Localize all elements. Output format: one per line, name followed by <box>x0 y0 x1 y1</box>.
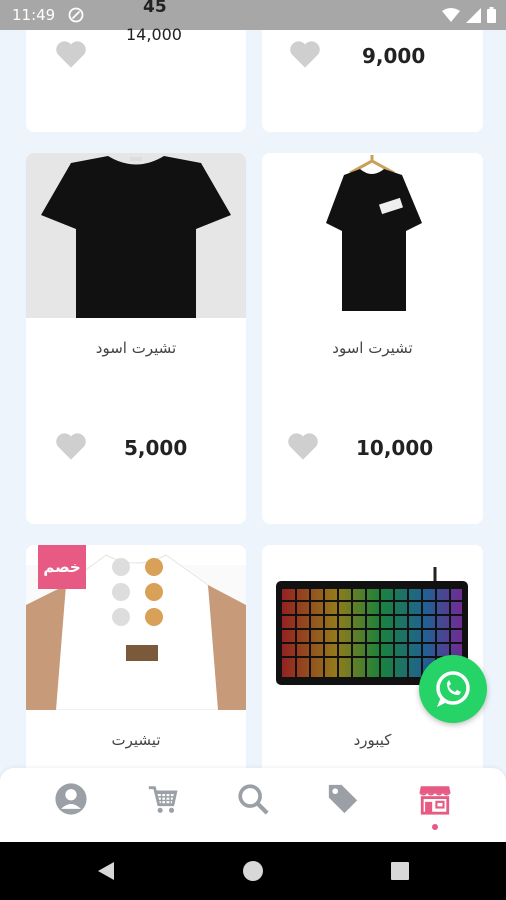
whatsapp-icon <box>436 671 470 707</box>
battery-icon <box>487 7 496 23</box>
store-icon[interactable] <box>418 782 452 816</box>
product-price: 9,000 <box>362 44 426 68</box>
whatsapp-button[interactable] <box>419 655 487 723</box>
recents-icon[interactable] <box>390 861 410 881</box>
discount-badge: خصم <box>38 545 86 589</box>
product-title: تشيرت اسود <box>95 339 177 357</box>
active-indicator-dot <box>432 824 438 830</box>
heart-icon[interactable] <box>286 431 320 461</box>
product-price: 5,000 <box>124 436 188 460</box>
bottom-navigation <box>0 768 506 842</box>
tag-icon[interactable] <box>326 782 360 816</box>
heart-icon[interactable] <box>288 39 322 69</box>
back-icon[interactable] <box>96 860 116 882</box>
system-navigation-bar <box>0 842 506 900</box>
product-title: تشيرت اسود <box>332 339 413 357</box>
black-tshirt-image <box>41 156 231 318</box>
product-image <box>262 153 483 318</box>
top-count: 45 <box>143 0 167 17</box>
product-card[interactable]: تشيرت اسود 5,000 <box>26 153 246 524</box>
product-price: 10,000 <box>356 436 434 460</box>
status-bar: 11:49 <box>0 0 506 30</box>
heart-icon[interactable] <box>54 39 88 69</box>
cart-icon[interactable] <box>146 782 180 816</box>
product-title: كيبورد <box>353 731 392 749</box>
home-icon[interactable] <box>242 860 264 882</box>
search-icon[interactable] <box>236 782 270 816</box>
heart-icon[interactable] <box>54 431 88 461</box>
profile-icon[interactable] <box>54 782 88 816</box>
status-time: 11:49 <box>12 6 56 24</box>
product-title: تيشيرت <box>111 731 161 749</box>
status-icons <box>442 7 496 23</box>
product-card[interactable]: تشيرت اسود 10,000 <box>262 153 483 524</box>
wifi-icon <box>442 7 460 22</box>
signal-icon <box>466 7 481 23</box>
black-tshirt-hanger-image <box>326 155 422 311</box>
do-not-disturb-icon <box>68 7 84 23</box>
top-price: 14,000 <box>126 25 182 44</box>
product-image <box>26 153 246 318</box>
